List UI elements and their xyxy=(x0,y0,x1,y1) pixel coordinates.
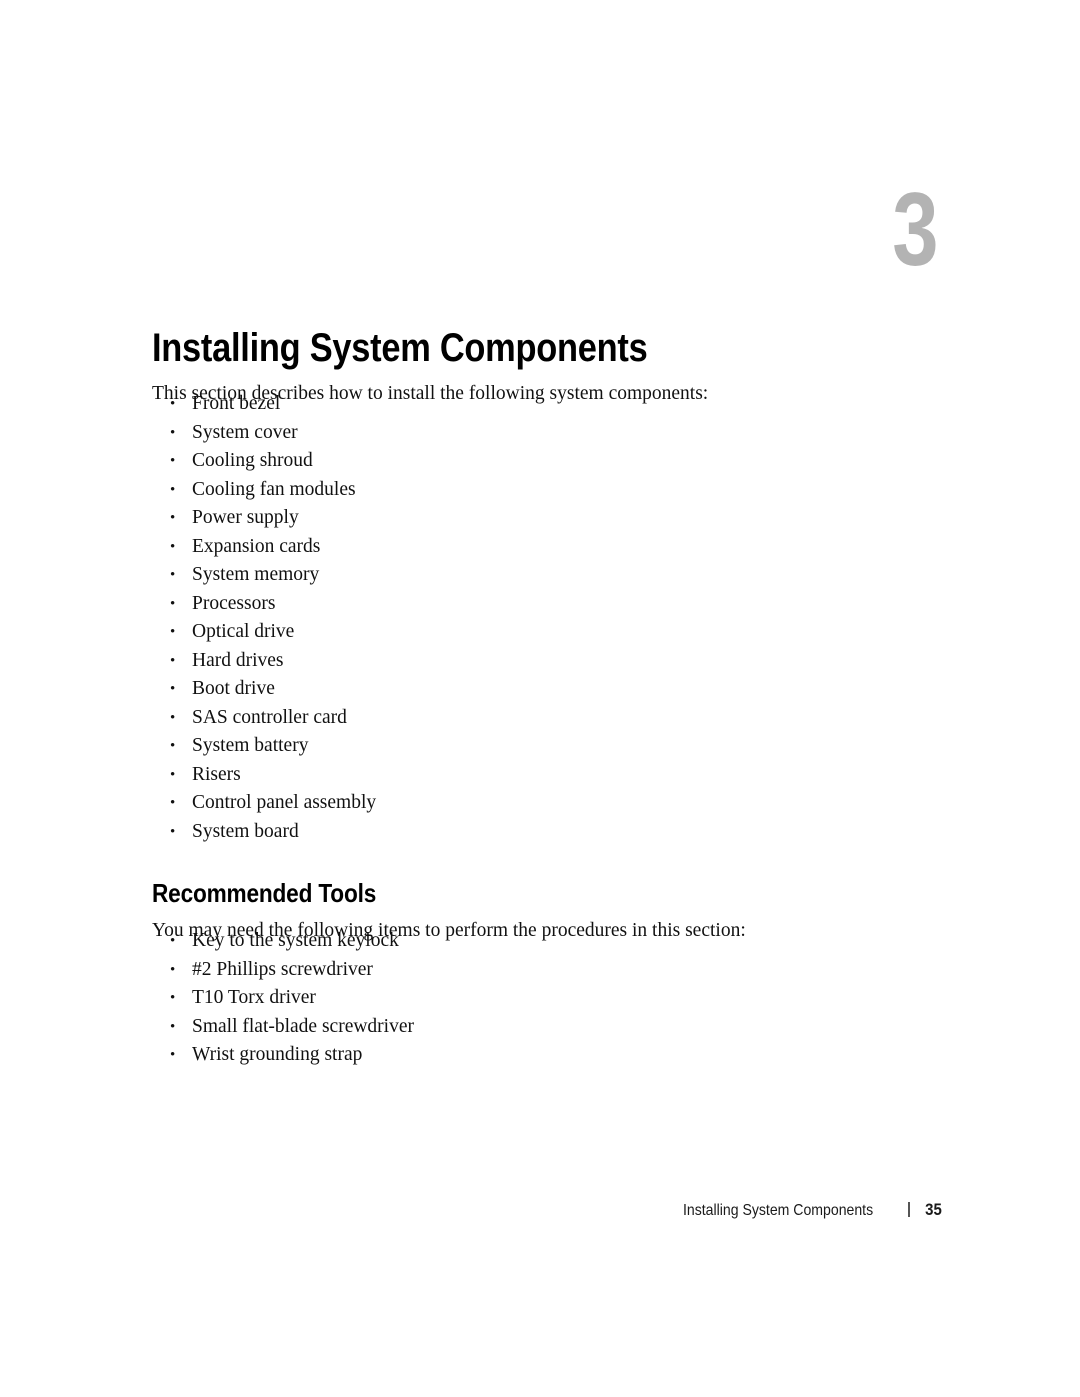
list-item: Risers xyxy=(152,761,376,790)
page-title: Installing System Components xyxy=(152,325,648,370)
page-footer: Installing System Components 35 xyxy=(670,1200,943,1221)
list-item: Hard drives xyxy=(152,647,376,676)
footer-chapter-title: Installing System Components xyxy=(682,1202,874,1219)
tools-bullet-list: Key to the system keylock#2 Phillips scr… xyxy=(152,927,414,1070)
list-item: Optical drive xyxy=(152,618,376,647)
components-bullet-list: Front bezelSystem coverCooling shroudCoo… xyxy=(152,390,376,846)
list-item: Cooling shroud xyxy=(152,447,376,476)
page-number: 35 xyxy=(924,1200,942,1219)
list-item: #2 Phillips screwdriver xyxy=(152,956,414,985)
list-item: Front bezel xyxy=(152,390,376,419)
list-item: Boot drive xyxy=(152,675,376,704)
list-item: SAS controller card xyxy=(152,704,376,733)
list-item: Key to the system keylock xyxy=(152,927,414,956)
list-item: Processors xyxy=(152,590,376,619)
list-item: System battery xyxy=(152,732,376,761)
list-item: T10 Torx driver xyxy=(152,984,414,1013)
footer-separator-icon xyxy=(908,1202,910,1217)
chapter-number: 3 xyxy=(892,172,938,288)
list-item: Small flat-blade screwdriver xyxy=(152,1013,414,1042)
recommended-tools-heading: Recommended Tools xyxy=(152,877,377,908)
list-item: Cooling fan modules xyxy=(152,476,376,505)
list-item: System cover xyxy=(152,419,376,448)
list-item: System board xyxy=(152,818,376,847)
list-item: Expansion cards xyxy=(152,533,376,562)
list-item: System memory xyxy=(152,561,376,590)
list-item: Wrist grounding strap xyxy=(152,1041,414,1070)
document-page: 3 Installing System Components This sect… xyxy=(0,0,1080,1397)
list-item: Control panel assembly xyxy=(152,789,376,818)
list-item: Power supply xyxy=(152,504,376,533)
